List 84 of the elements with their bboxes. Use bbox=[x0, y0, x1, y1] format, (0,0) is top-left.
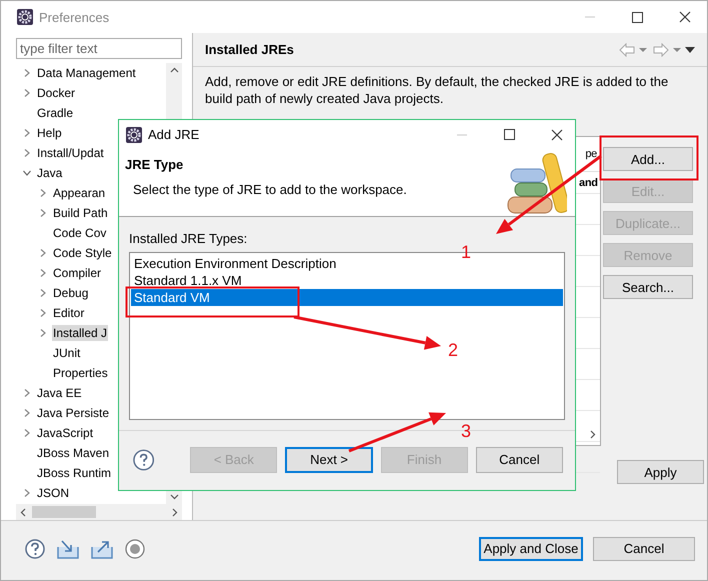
tree-item[interactable]: Docker bbox=[36, 85, 76, 101]
apply-button[interactable]: Apply bbox=[617, 460, 704, 484]
tree-item[interactable]: Appearan bbox=[52, 185, 106, 201]
tree-item[interactable]: Java EE bbox=[36, 385, 83, 401]
tree-item[interactable]: Code Cov bbox=[52, 225, 108, 241]
table-cell: and bbox=[579, 176, 598, 188]
dialog-title: Add JRE bbox=[148, 127, 200, 142]
step-number: 3 bbox=[461, 421, 472, 441]
caret-icon[interactable] bbox=[639, 48, 647, 52]
chevron-right-icon[interactable] bbox=[22, 428, 32, 438]
tree-item[interactable]: Installed J bbox=[52, 325, 108, 341]
gear-icon bbox=[17, 9, 33, 25]
wizard-description: Select the type of JRE to add to the workspace. bbox=[133, 182, 408, 198]
button[interactable]: Cancel bbox=[593, 536, 695, 560]
close-icon[interactable] bbox=[551, 128, 563, 141]
tree-item[interactable]: Install/Updat bbox=[36, 145, 105, 161]
search-field[interactable]: type filter text bbox=[16, 38, 182, 59]
chevron-down-icon[interactable] bbox=[22, 168, 32, 178]
chevron-right-icon[interactable] bbox=[22, 408, 32, 418]
scroll-thumb[interactable] bbox=[32, 506, 96, 518]
tree-item[interactable]: Properties bbox=[52, 365, 109, 381]
tree-item[interactable]: Editor bbox=[52, 305, 86, 321]
scroll-down-icon[interactable] bbox=[170, 494, 178, 500]
chevron-right-icon[interactable] bbox=[38, 208, 48, 218]
import-icon[interactable] bbox=[57, 538, 79, 558]
close-icon[interactable] bbox=[679, 11, 691, 23]
button[interactable]: Next > bbox=[285, 446, 373, 473]
chevron-right-icon[interactable] bbox=[38, 288, 48, 298]
chevron-right-icon[interactable] bbox=[22, 128, 32, 138]
export-icon[interactable] bbox=[91, 538, 113, 558]
step-number: 1 bbox=[461, 242, 472, 262]
books-drawing bbox=[508, 152, 567, 215]
wizard-heading: JRE Type bbox=[125, 157, 184, 172]
maximize-icon[interactable] bbox=[504, 129, 515, 140]
help-icon[interactable] bbox=[133, 448, 154, 471]
caret-icon[interactable] bbox=[673, 48, 681, 52]
list-item[interactable]: Standard VM bbox=[131, 289, 563, 306]
tree-item[interactable]: JBoss Runtim bbox=[36, 465, 112, 481]
tree-item[interactable]: Build Path bbox=[52, 205, 109, 221]
back-arrow-icon[interactable] bbox=[619, 42, 635, 56]
chevron-right-icon[interactable] bbox=[22, 68, 32, 78]
tree-item[interactable]: Data Management bbox=[36, 65, 137, 81]
button[interactable]: Apply and Close bbox=[479, 536, 583, 560]
tree-item[interactable]: Code Style bbox=[52, 245, 113, 261]
scrollbar[interactable] bbox=[16, 504, 182, 520]
menu-icon[interactable] bbox=[685, 46, 695, 52]
list-label: Installed JRE Types: bbox=[129, 231, 248, 246]
description-text: Add, remove or edit JRE definitions. By default, the checked JRE is added to the build path of newly created Java projects. bbox=[205, 73, 670, 107]
tree-item[interactable]: Help bbox=[36, 125, 63, 141]
help-icon[interactable] bbox=[25, 538, 45, 558]
chevron-right-icon[interactable] bbox=[22, 88, 32, 98]
scroll-left-icon[interactable] bbox=[20, 508, 26, 516]
tree-item[interactable]: Java Persiste bbox=[36, 405, 110, 421]
chevron-right-icon[interactable] bbox=[38, 248, 48, 258]
tree-item[interactable]: JBoss Maven bbox=[36, 445, 110, 461]
scroll-up-icon[interactable] bbox=[170, 67, 178, 73]
tree-item[interactable]: Debug bbox=[52, 285, 90, 301]
column-header: pe bbox=[585, 148, 597, 160]
step-number: 2 bbox=[448, 340, 458, 360]
chevron-right-icon[interactable] bbox=[38, 188, 48, 198]
maximize-icon[interactable] bbox=[632, 12, 643, 22]
record-icon[interactable] bbox=[125, 538, 145, 558]
chevron-right-icon[interactable] bbox=[22, 148, 32, 158]
tree-item[interactable]: JavaScript bbox=[36, 425, 94, 441]
window-title: Preferences bbox=[39, 10, 110, 24]
tree-item[interactable]: JSON bbox=[36, 485, 70, 501]
chevron-right-icon[interactable] bbox=[22, 388, 32, 398]
tree-item[interactable]: JUnit bbox=[52, 345, 82, 361]
chevron-right-icon[interactable] bbox=[38, 308, 48, 318]
tree-item[interactable]: Compiler bbox=[52, 265, 102, 281]
forward-arrow-icon[interactable] bbox=[653, 42, 669, 56]
tree-item[interactable]: Java bbox=[36, 165, 64, 181]
gear-icon bbox=[126, 126, 142, 143]
button[interactable]: Search... bbox=[603, 275, 693, 299]
chevron-right-icon[interactable] bbox=[38, 268, 48, 278]
scroll-right-icon[interactable] bbox=[590, 430, 596, 439]
chevron-right-icon[interactable] bbox=[38, 328, 48, 338]
page-title: Installed JREs bbox=[205, 42, 294, 57]
button[interactable]: Add... bbox=[603, 147, 693, 171]
scroll-right-icon[interactable] bbox=[172, 508, 178, 516]
tree-item[interactable]: Gradle bbox=[36, 105, 74, 121]
list-item[interactable]: Standard 1.1.x VM bbox=[131, 272, 563, 290]
button[interactable]: Cancel bbox=[476, 446, 563, 473]
chevron-right-icon[interactable] bbox=[22, 488, 32, 498]
